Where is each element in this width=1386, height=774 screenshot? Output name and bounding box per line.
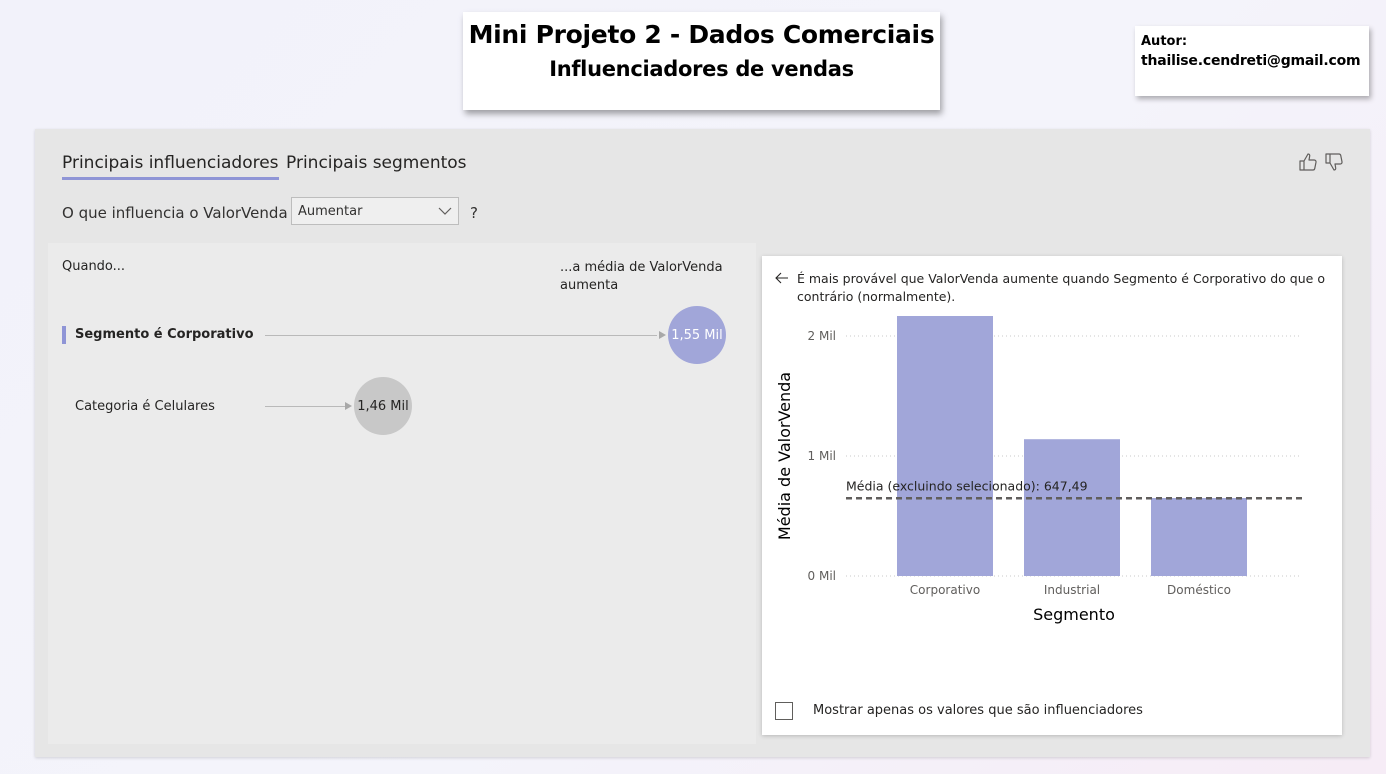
influencers-only-checkbox[interactable] — [775, 702, 793, 720]
report-title-card: Mini Projeto 2 - Dados Comerciais Influe… — [463, 12, 940, 110]
arrow-icon — [659, 331, 666, 339]
influencer-connector-line — [265, 335, 657, 336]
bar-corporativo[interactable] — [897, 316, 993, 576]
column-header-when: Quando... — [62, 259, 126, 274]
help-icon[interactable]: ? — [470, 204, 478, 222]
report-title: Mini Projeto 2 - Dados Comerciais — [468, 20, 935, 49]
influencers-list-panel: Quando... ...a média de ValorVenda aumen… — [48, 243, 756, 744]
bar-doméstico[interactable] — [1151, 498, 1247, 576]
author-label: Autor: — [1141, 34, 1188, 49]
tab-principais-influenciadores[interactable]: Principais influenciadores — [62, 153, 279, 180]
influencer-value-bubble[interactable]: 1,55 Mil — [668, 306, 726, 364]
reference-line-label: Média (excluindo selecionado): 647,49 — [846, 478, 1088, 493]
influencer-label: Categoria é Celulares — [75, 399, 215, 414]
column-header-average: ...a média de ValorVenda aumenta — [560, 260, 723, 293]
y-tick-label: 0 Mil — [808, 569, 836, 583]
detail-description: É mais provável que ValorVenda aumente q… — [797, 271, 1325, 304]
influencer-connector-line — [265, 406, 346, 407]
thumbs-down-icon[interactable] — [1323, 151, 1345, 173]
influence-question-label: O que influencia o ValorVenda a — [62, 204, 302, 222]
report-subtitle: Influenciadores de vendas — [549, 57, 854, 81]
author-card: Autor: thailise.cendreti@gmail.com — [1135, 26, 1369, 96]
chevron-down-icon — [438, 207, 452, 215]
influencer-value-bubble[interactable]: 1,46 Mil — [354, 377, 412, 435]
direction-dropdown[interactable]: Aumentar — [291, 197, 459, 225]
thumbs-up-icon[interactable] — [1297, 151, 1319, 173]
key-influencers-visual: Principais influenciadores Principais se… — [35, 129, 1370, 757]
segment-bar-chart: 0 Mil 1 Mil 2 Mil Corporativo Industrial Dom… — [775, 316, 1302, 624]
y-axis-title: Média de ValorVenda — [775, 372, 794, 540]
tab-principais-segmentos[interactable]: Principais segmentos — [286, 153, 467, 173]
influencer-detail-panel: É mais provável que ValorVenda aumente q… — [762, 256, 1342, 735]
arrow-icon — [345, 402, 352, 410]
influencer-label: Segmento é Corporativo — [75, 327, 254, 342]
x-axis-title: Segmento — [1033, 605, 1115, 624]
author-email: thailise.cendreti@gmail.com — [1141, 53, 1361, 69]
checkbox-label: Mostrar apenas os valores que são influe… — [813, 703, 1143, 718]
bar-industrial[interactable] — [1024, 439, 1120, 576]
y-tick-label: 2 Mil — [808, 329, 836, 343]
x-tick-label: Corporativo — [910, 583, 980, 597]
back-arrow-icon[interactable] — [774, 270, 790, 286]
dropdown-value: Aumentar — [298, 204, 363, 219]
selected-indicator — [62, 326, 66, 344]
y-tick-label: 1 Mil — [808, 449, 836, 463]
x-tick-label: Industrial — [1044, 583, 1100, 597]
x-tick-label: Doméstico — [1167, 583, 1231, 597]
